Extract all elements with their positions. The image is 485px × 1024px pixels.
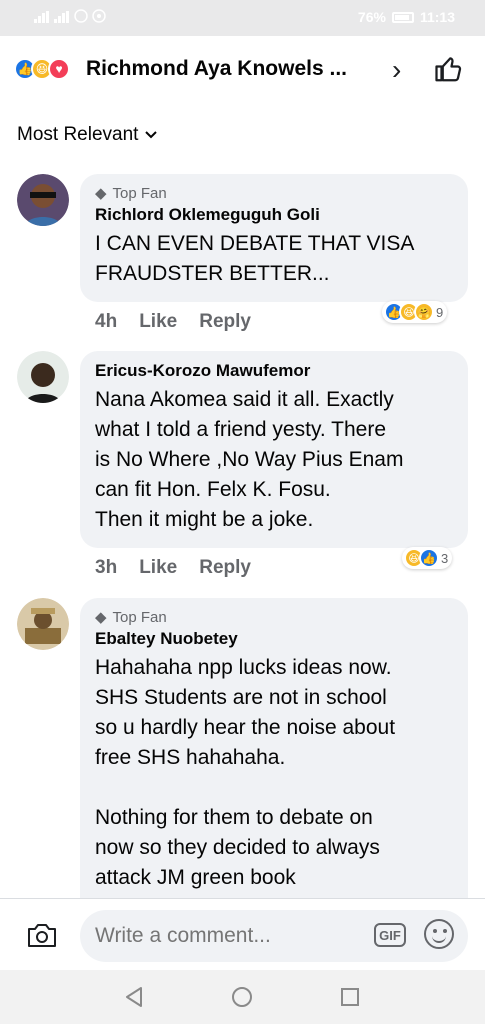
gif-button[interactable]: GIF xyxy=(374,923,406,947)
reaction-count: 9 xyxy=(436,304,444,320)
recents-icon[interactable] xyxy=(341,988,359,1006)
badge-label: Top Fan xyxy=(112,608,167,626)
whatsapp-icon xyxy=(92,9,106,26)
avatar[interactable] xyxy=(17,174,69,226)
battery-icon xyxy=(391,11,414,23)
comment-bubble[interactable]: Ericus-Korozo Mawufemor Nana Akomea said… xyxy=(80,351,468,548)
like-button[interactable]: Like xyxy=(139,311,177,333)
reaction-count: 3 xyxy=(441,550,449,566)
comment-author[interactable]: Ericus-Korozo Mawufemor xyxy=(95,361,453,381)
status-icons xyxy=(34,9,106,26)
badge-label: Top Fan xyxy=(112,184,167,202)
comment-actions: 4h Like Reply xyxy=(95,311,251,333)
like-reaction-icon: 👍 xyxy=(419,548,439,568)
battery-percent: 76% xyxy=(357,9,386,25)
top-fan-badge: ◆ Top Fan xyxy=(95,184,453,203)
comment-text: I CAN EVEN DEBATE THAT VISA FRAUDSTER BE… xyxy=(95,232,415,285)
comment-actions: 3h Like Reply xyxy=(95,557,251,579)
reply-button[interactable]: Reply xyxy=(199,557,251,579)
top-fan-badge: ◆ Top Fan xyxy=(95,608,453,627)
diamond-icon: ◆ xyxy=(95,609,107,626)
comment-text: Hahahaha npp lucks ideas now. SHS Studen… xyxy=(95,656,396,889)
comment-composer: GIF xyxy=(0,898,485,970)
avatar[interactable] xyxy=(17,351,69,403)
signal-icon xyxy=(34,10,50,26)
back-icon[interactable] xyxy=(124,986,144,1008)
comment-text: Nana Akomea said it all. Exactly what I … xyxy=(95,388,404,531)
comment-time: 4h xyxy=(95,311,118,332)
reaction-summary[interactable]: 😆 👍 3 xyxy=(402,547,453,569)
data-saver-icon xyxy=(74,9,88,26)
chevron-down-icon xyxy=(145,131,158,139)
sort-label: Most Relevant xyxy=(17,124,139,145)
comment-bubble[interactable]: ◆ Top Fan Ebaltey Nuobetey Hahahaha npp … xyxy=(80,598,468,918)
reactors-title[interactable]: Richmond Aya Knowels ... xyxy=(86,57,347,81)
chevron-right-icon[interactable]: › xyxy=(392,54,401,86)
system-nav-bar xyxy=(0,970,485,1024)
comment-input[interactable] xyxy=(80,910,468,962)
header-reactions[interactable]: 👍 😆 ♥ xyxy=(14,58,70,80)
avatar[interactable] xyxy=(17,598,69,650)
reaction-summary[interactable]: 👍 😆 🤗 9 xyxy=(382,301,448,323)
reply-button[interactable]: Reply xyxy=(199,311,251,333)
comment-time: 3h xyxy=(95,557,118,578)
clock: 11:13 xyxy=(419,9,455,25)
like-button[interactable]: Like xyxy=(139,557,177,579)
camera-icon[interactable] xyxy=(26,921,58,949)
comment-bubble[interactable]: ◆ Top Fan Richlord Oklemeguguh Goli I CA… xyxy=(80,174,468,302)
status-bar: 76% 11:13 xyxy=(0,0,485,36)
emoji-icon[interactable] xyxy=(424,919,454,949)
post-header: 👍 😆 ♥ Richmond Aya Knowels ... › xyxy=(0,36,485,102)
sort-dropdown[interactable]: Most Relevant xyxy=(17,124,158,146)
like-thumb-icon[interactable] xyxy=(434,54,464,84)
status-right: 76% 11:13 xyxy=(358,9,455,25)
home-icon[interactable] xyxy=(232,987,252,1007)
care-reaction-icon: 🤗 xyxy=(414,302,434,322)
signal-2-icon xyxy=(54,10,70,26)
diamond-icon: ◆ xyxy=(95,185,107,202)
comment-author[interactable]: Ebaltey Nuobetey xyxy=(95,629,453,649)
love-reaction-icon: ♥ xyxy=(48,58,70,80)
comment-author[interactable]: Richlord Oklemeguguh Goli xyxy=(95,205,453,225)
